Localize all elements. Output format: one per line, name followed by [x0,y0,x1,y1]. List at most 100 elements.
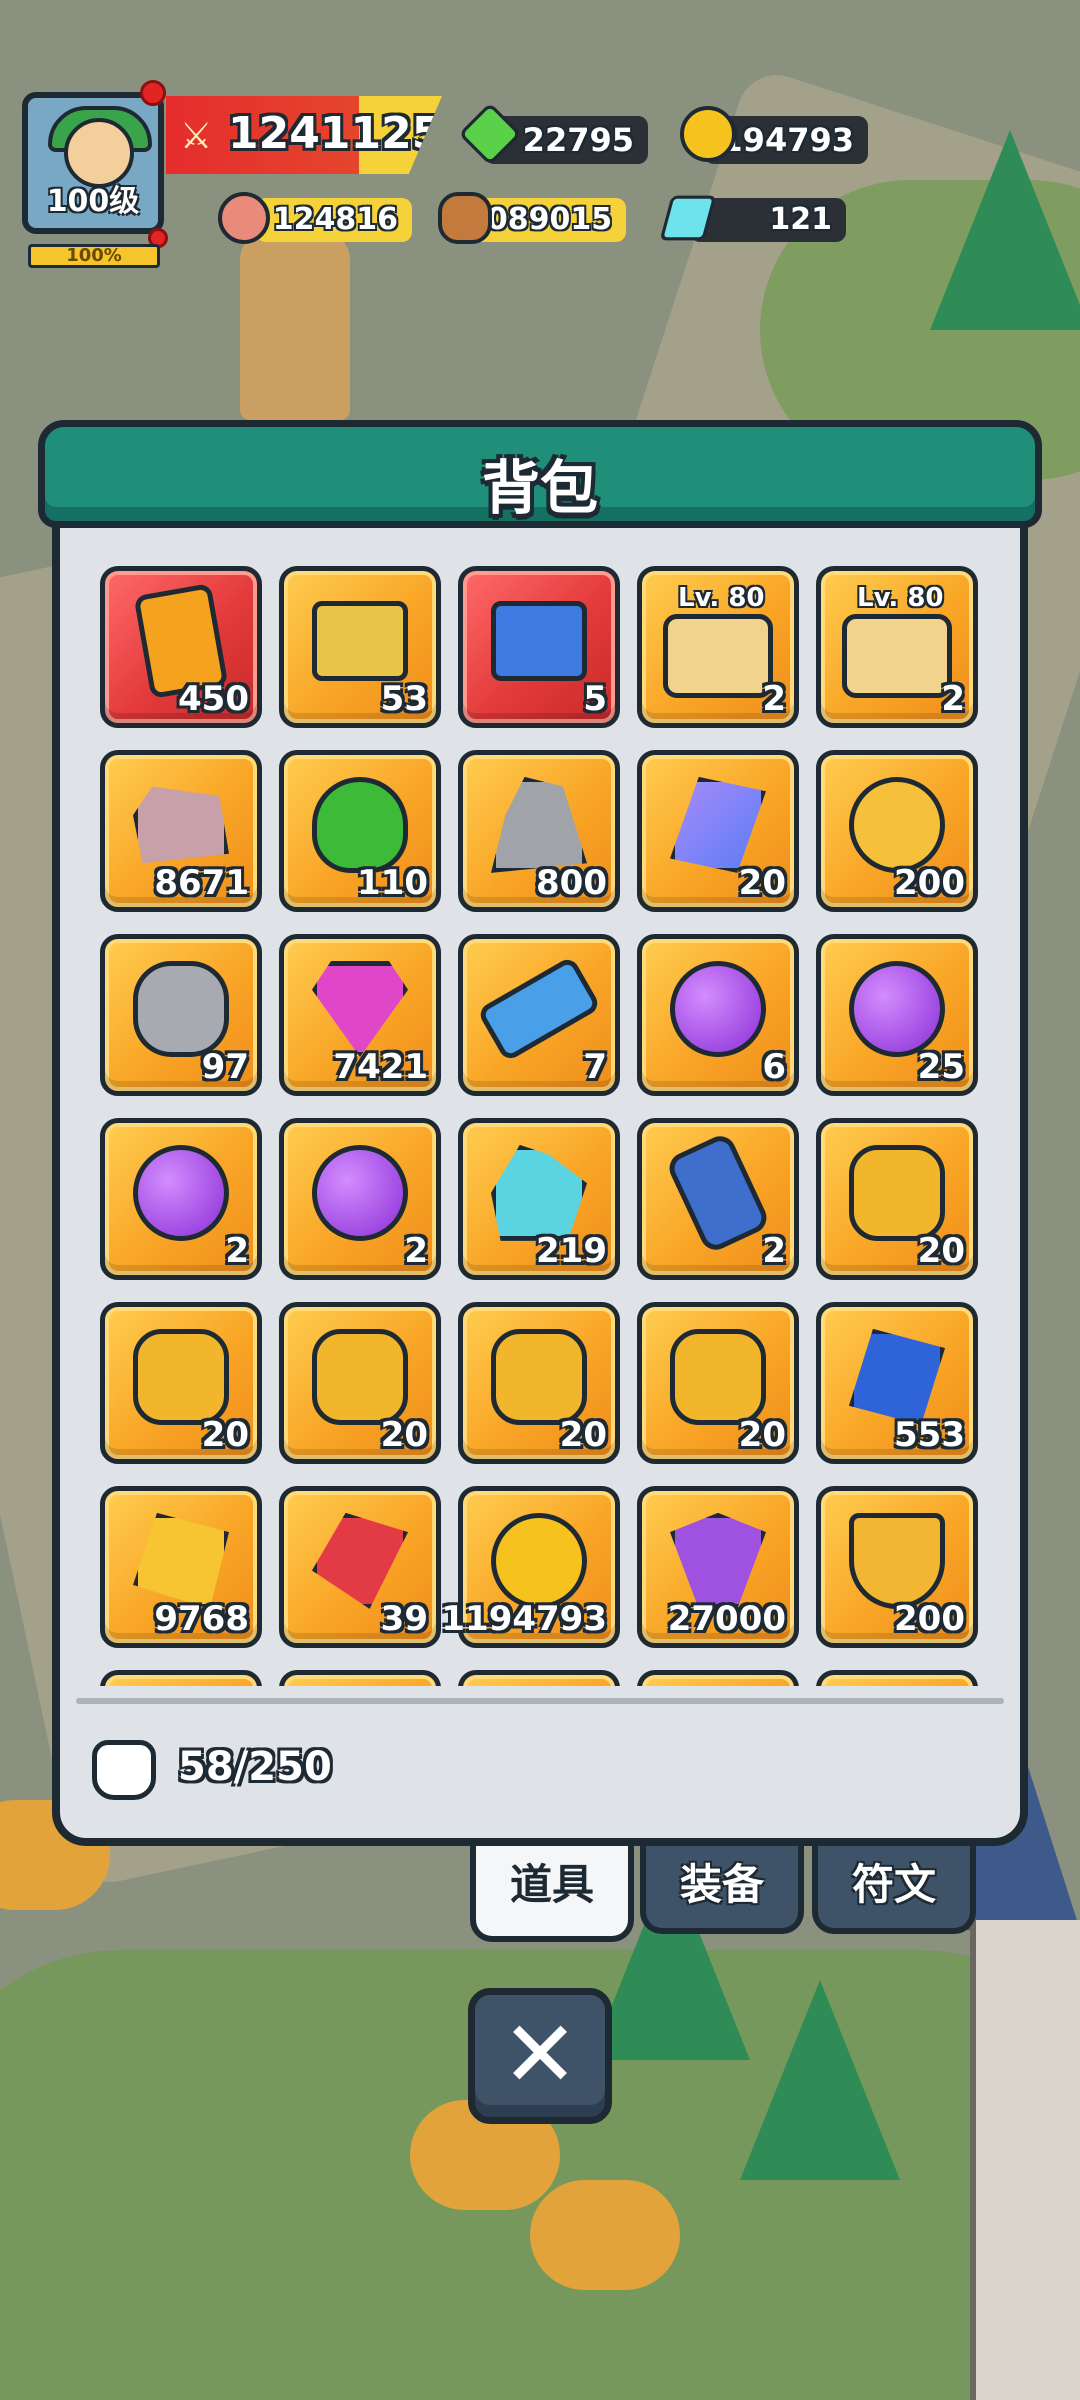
item-count: 9768 [154,1599,249,1639]
wood-log-icon [438,192,492,244]
item-count: 7 [583,1047,607,1087]
item-count: 27000 [667,1599,786,1639]
item-slot[interactable] [637,1670,799,1686]
item-slot[interactable]: 2 [100,1118,262,1280]
item-count: 20 [738,1415,786,1455]
combat-power-banner: ⚔ 1241125 [166,96,442,174]
blue-crystal-icon [670,776,766,873]
item-slot[interactable]: 2 [279,1118,441,1280]
player-level: 100级 [46,184,140,219]
rune-stone-icon [133,960,229,1057]
item-slot[interactable]: 20 [279,1302,441,1464]
winged-badge-icon [849,776,945,873]
item-slot[interactable]: 7421 [279,934,441,1096]
item-slot[interactable]: 1194793 [441,1486,620,1648]
bow-medal-icon [312,1328,408,1425]
clover-icon [312,776,408,873]
item-slot[interactable]: 25 [816,934,978,1096]
player-avatar[interactable]: 100级 [22,92,164,234]
top-hud: 100级 100% ⚔ 1241125 22795 194793 124816 … [0,0,1080,280]
meat-icon [218,192,270,244]
close-button[interactable]: ✕ [468,1988,612,2124]
item-count: 2 [762,1231,786,1271]
item-slot[interactable]: 7 [458,934,620,1096]
item-slot[interactable]: 97 [100,934,262,1096]
item-count: 219 [536,1231,607,1271]
item-slot[interactable]: 53 [279,566,441,728]
item-count: 110 [357,863,428,903]
gold-coin-icon [680,106,736,162]
item-slot[interactable]: 20 [816,1118,978,1280]
item-count: 1194793 [441,1599,607,1639]
armor-orb-icon [133,1144,229,1241]
backpack-title: 背包 [481,454,598,522]
item-count: 6 [762,1047,786,1087]
hat-medal-icon [849,1144,945,1241]
item-slot[interactable]: Lv. 80 2 [637,566,799,728]
gold-ore-icon [133,1512,229,1609]
item-count: 25 [917,1047,965,1087]
treasure-chest-icon [312,600,408,681]
item-grid-scroll[interactable]: 450 53 5 Lv. 80 2 Lv. 80 2 8671 110 800 20 200 97 742… [100,566,990,1686]
crossed-swords-icon: ⚔ [180,116,213,157]
item-slot[interactable]: 39 [279,1486,441,1648]
item-slot[interactable]: 200 [816,1486,978,1648]
combat-power-value: 1241125 [228,108,443,159]
green-gem-value: 22795 [522,121,634,159]
item-slot[interactable] [100,1670,262,1686]
ruby-icon [312,1512,408,1609]
helmet-orb-icon [849,960,945,1057]
item-slot[interactable]: 800 [458,750,620,912]
item-slot[interactable]: Lv. 80 2 [816,566,978,728]
item-count: 8671 [154,863,249,903]
item-slot[interactable]: 200 [816,750,978,912]
backpack-header: 背包 [38,420,1042,528]
item-slot[interactable]: 9768 [100,1486,262,1648]
item-slot[interactable]: 110 [279,750,441,912]
tab-runes[interactable]: 符文 [812,1846,976,1934]
pink-ore-icon [133,786,229,864]
item-slot[interactable]: 2 [637,1118,799,1280]
item-slot[interactable]: 27000 [637,1486,799,1648]
item-level: Lv. 80 [678,583,765,613]
bag-capacity-value: 58/250 [178,1744,332,1790]
item-count: 2 [941,679,965,719]
item-count: 200 [894,1599,965,1639]
gold-value: 194793 [720,121,854,159]
item-slot[interactable]: 6 [637,934,799,1096]
item-slot[interactable]: 450 [100,566,262,728]
divider [76,1698,1004,1704]
item-slot[interactable] [279,1670,441,1686]
item-slot[interactable]: 8671 [100,750,262,912]
item-count: 200 [894,863,965,903]
pink-gem-icon [312,960,408,1057]
item-slot[interactable] [816,1670,978,1686]
item-slot[interactable]: 20 [637,1302,799,1464]
item-slot[interactable]: 20 [458,1302,620,1464]
item-count: 20 [380,1415,428,1455]
tab-equipment[interactable]: 装备 [640,1846,804,1934]
item-count: 20 [559,1415,607,1455]
item-slot[interactable] [458,1670,620,1686]
item-slot[interactable]: 219 [458,1118,620,1280]
item-count: 450 [178,679,249,719]
item-slot[interactable]: 20 [637,750,799,912]
meat-counter[interactable]: 124816 [256,198,412,242]
item-slot[interactable]: 553 [816,1302,978,1464]
item-count: 20 [738,863,786,903]
gold-coin-icon [491,1512,587,1609]
item-count: 800 [536,863,607,903]
item-count: 2 [762,679,786,719]
tag-icon [664,1130,772,1255]
item-count: 97 [201,1047,249,1087]
tab-items[interactable]: 道具 [470,1846,634,1942]
item-grid: 450 53 5 Lv. 80 2 Lv. 80 2 8671 110 800 20 200 97 742… [100,566,990,1686]
item-count: 5 [583,679,607,719]
item-count: 53 [380,679,428,719]
sword-orb-icon [670,960,766,1057]
item-count: 20 [201,1415,249,1455]
royal-chest-icon [491,600,587,681]
item-slot[interactable]: 5 [458,566,620,728]
teal-crystal-icon [491,1144,587,1241]
item-slot[interactable]: 20 [100,1302,262,1464]
